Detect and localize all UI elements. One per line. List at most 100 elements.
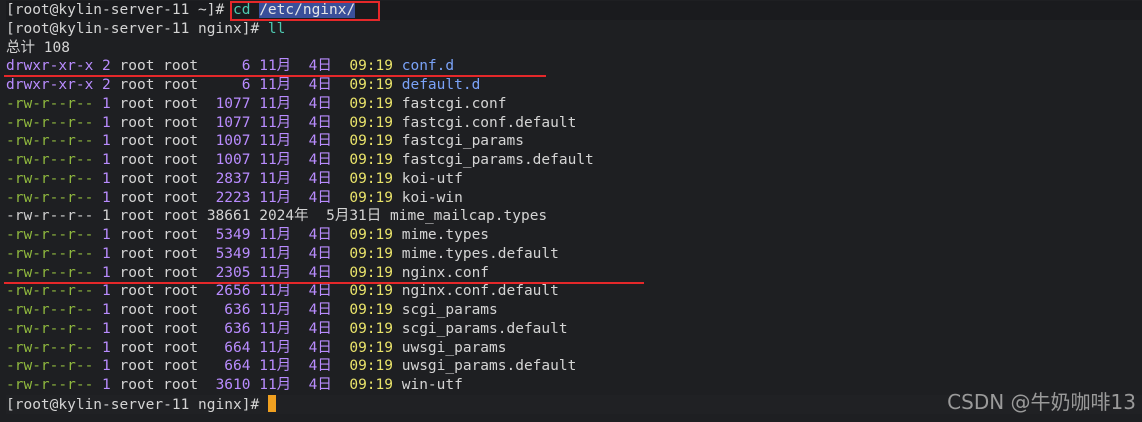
file-size: 636 [215,320,251,337]
owner: root [119,189,155,206]
permissions: -rw-r--r-- [6,358,94,375]
file-size: 2223 [215,189,251,206]
permissions: -rw-r--r-- [6,377,94,393]
link-count: 1 [102,114,111,131]
list-item: -rw-r--r-- 1 root root 5349 11月 4日 09:19… [6,245,1142,264]
watermark: CSDN @牛奶咖啡13 [947,390,1136,415]
permissions: -rw-r--r-- [6,264,94,281]
file-size: 1077 [215,95,251,112]
modified-date: 2024年 5月31日 [259,208,382,225]
modified-time: 09:19 [349,377,393,393]
list-item: -rw-r--r-- 1 root root 664 11月 4日 09:19 … [6,339,1142,358]
link-count: 1 [102,208,111,225]
owner: root [119,320,155,337]
highlight-box-command [230,1,380,21]
shell-prompt: [root@kylin-server-11 ~] [6,2,216,18]
modified-time: 09:19 [349,227,393,243]
modified-time: 09:19 [349,170,393,187]
file-name: koi-utf [401,170,463,187]
file-size: 1077 [215,114,251,131]
list-item: drwxr-xr-x 2 root root 6 11月 4日 09:19 co… [6,57,1142,76]
command-line-cd: [root@kylin-server-11 ~]# cd /etc/nginx/ [6,1,1142,20]
group: root [163,377,199,393]
link-count: 1 [102,95,111,112]
permissions: -rw-r--r-- [6,339,94,356]
modified-date: 11月 4日 [259,95,332,112]
modified-date: 11月 4日 [259,245,332,262]
modified-time: 09:19 [349,77,393,93]
file-name: mime.types.default [401,245,559,262]
file-name: fastcgi_params.default [401,152,594,168]
shell-prompt: [root@kylin-server-11 nginx] [6,396,251,413]
permissions: drwxr-xr-x [6,77,94,93]
file-name: fastcgi.conf.default [401,114,577,131]
underline-conf-d [4,75,546,77]
owner: root [119,302,155,318]
file-size: 664 [215,358,251,375]
list-item: -rw-r--r-- 1 root root 1007 11月 4日 09:19… [6,151,1142,170]
owner: root [119,245,155,262]
modified-time: 09:19 [349,264,393,281]
owner: root [119,95,155,112]
file-size: 6 [215,77,251,93]
modified-time: 09:19 [349,320,393,337]
link-count: 1 [102,320,111,337]
file-name: mime.types [401,227,490,243]
permissions: -rw-r--r-- [6,208,94,225]
listing: drwxr-xr-x 2 root root 6 11月 4日 09:19 co… [6,57,1142,395]
owner: root [119,358,155,375]
modified-date: 11月 4日 [259,170,332,187]
group: root [163,58,199,75]
owner: root [119,114,155,131]
file-size: 1007 [215,152,251,168]
link-count: 1 [102,358,111,375]
owner: root [119,227,155,243]
link-count: 1 [102,170,111,187]
link-count: 1 [102,133,111,150]
link-count: 1 [102,152,111,168]
list-item: -rw-r--r-- 1 root root 2305 11月 4日 09:19… [6,264,1142,283]
group: root [163,189,199,206]
group: root [163,358,199,375]
modified-time: 09:19 [349,58,393,75]
file-name: koi-win [401,189,463,206]
modified-time: 09:19 [349,283,393,300]
list-item: -rw-r--r-- 1 root root 664 11月 4日 09:19 … [6,357,1142,376]
permissions: -rw-r--r-- [6,320,94,337]
file-name: conf.d [401,58,455,75]
list-item: -rw-r--r-- 1 root root 2223 11月 4日 09:19… [6,189,1142,208]
owner: root [119,152,155,168]
file-name: uwsgi_params [401,339,507,356]
file-name: fastcgi_params [401,133,524,150]
file-name: nginx.conf [401,264,490,281]
modified-date: 11月 4日 [259,114,332,131]
total-line: 总计 108 [6,39,1142,58]
file-size: 5349 [215,227,251,243]
modified-date: 11月 4日 [259,77,332,93]
shell-prompt: [root@kylin-server-11 nginx] [6,20,251,37]
terminal-window[interactable]: [root@kylin-server-11 ~]# cd /etc/nginx/… [0,0,1142,422]
modified-date: 11月 4日 [259,264,332,281]
owner: root [119,77,155,93]
file-size: 636 [215,302,251,318]
file-size: 2837 [215,170,251,187]
owner: root [119,264,155,281]
file-name: fastcgi.conf [401,95,507,112]
list-item: -rw-r--r-- 1 root root 5349 11月 4日 09:19… [6,226,1142,245]
underline-nginx-conf [4,282,644,284]
group: root [163,302,199,318]
link-count: 1 [102,377,111,393]
group: root [163,264,199,281]
link-count: 1 [102,302,111,318]
total-text: 总计 108 [6,39,70,56]
permissions: drwxr-xr-x [6,58,94,75]
permissions: -rw-r--r-- [6,152,94,168]
owner: root [119,339,155,356]
permissions: -rw-r--r-- [6,170,94,187]
modified-date: 11月 4日 [259,189,332,206]
owner: root [119,377,155,393]
prompt-hash: # [250,396,260,413]
modified-time: 09:19 [349,358,393,375]
prompt-hash: # [215,2,225,18]
modified-time: 09:19 [349,302,393,318]
